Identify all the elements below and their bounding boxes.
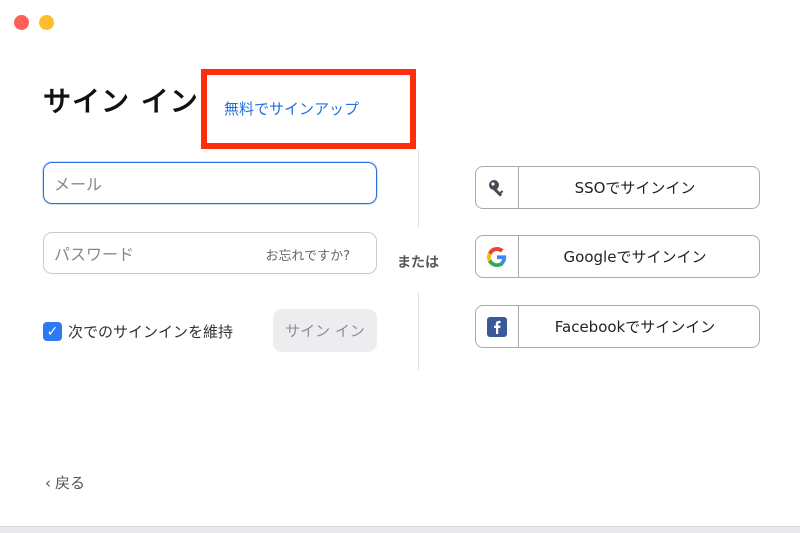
close-window-button[interactable] — [14, 15, 29, 30]
page-title: サイン イン — [43, 85, 199, 118]
password-field[interactable]: パスワード お忘れですか? — [43, 232, 377, 274]
forgot-password-link[interactable]: お忘れですか? — [265, 245, 350, 264]
title-bar — [0, 0, 800, 40]
sso-label: SSOでサインイン — [574, 179, 696, 197]
email-field[interactable]: メール — [43, 162, 377, 204]
signin-button[interactable]: サイン イン — [273, 309, 377, 352]
email-placeholder: メール — [54, 175, 103, 194]
facebook-icon — [476, 306, 519, 347]
facebook-signin-button[interactable]: Facebookでサインイン — [475, 305, 760, 348]
back-button[interactable]: ‹ 戻る — [45, 472, 85, 493]
google-label: Googleでサインイン — [563, 248, 707, 266]
remember-checkbox[interactable]: ✓ — [43, 322, 62, 341]
google-icon — [476, 236, 519, 277]
divider-bottom — [418, 292, 419, 370]
facebook-label: Facebookでサインイン — [554, 318, 716, 336]
password-placeholder: パスワード — [54, 245, 135, 264]
signup-link[interactable]: 無料でサインアップ — [224, 98, 359, 119]
checkmark-icon: ✓ — [46, 323, 59, 340]
key-icon — [476, 167, 519, 208]
or-label: または — [397, 255, 439, 271]
sso-signin-button[interactable]: SSOでサインイン — [475, 166, 760, 209]
google-signin-button[interactable]: Googleでサインイン — [475, 235, 760, 278]
remember-me[interactable]: ✓ 次でのサインインを維持 — [43, 321, 233, 342]
back-label: 戻る — [55, 474, 86, 492]
divider-top — [418, 150, 419, 228]
remember-label: 次でのサインインを維持 — [68, 323, 234, 341]
minimize-window-button[interactable] — [39, 15, 54, 30]
chevron-left-icon: ‹ — [45, 473, 51, 492]
